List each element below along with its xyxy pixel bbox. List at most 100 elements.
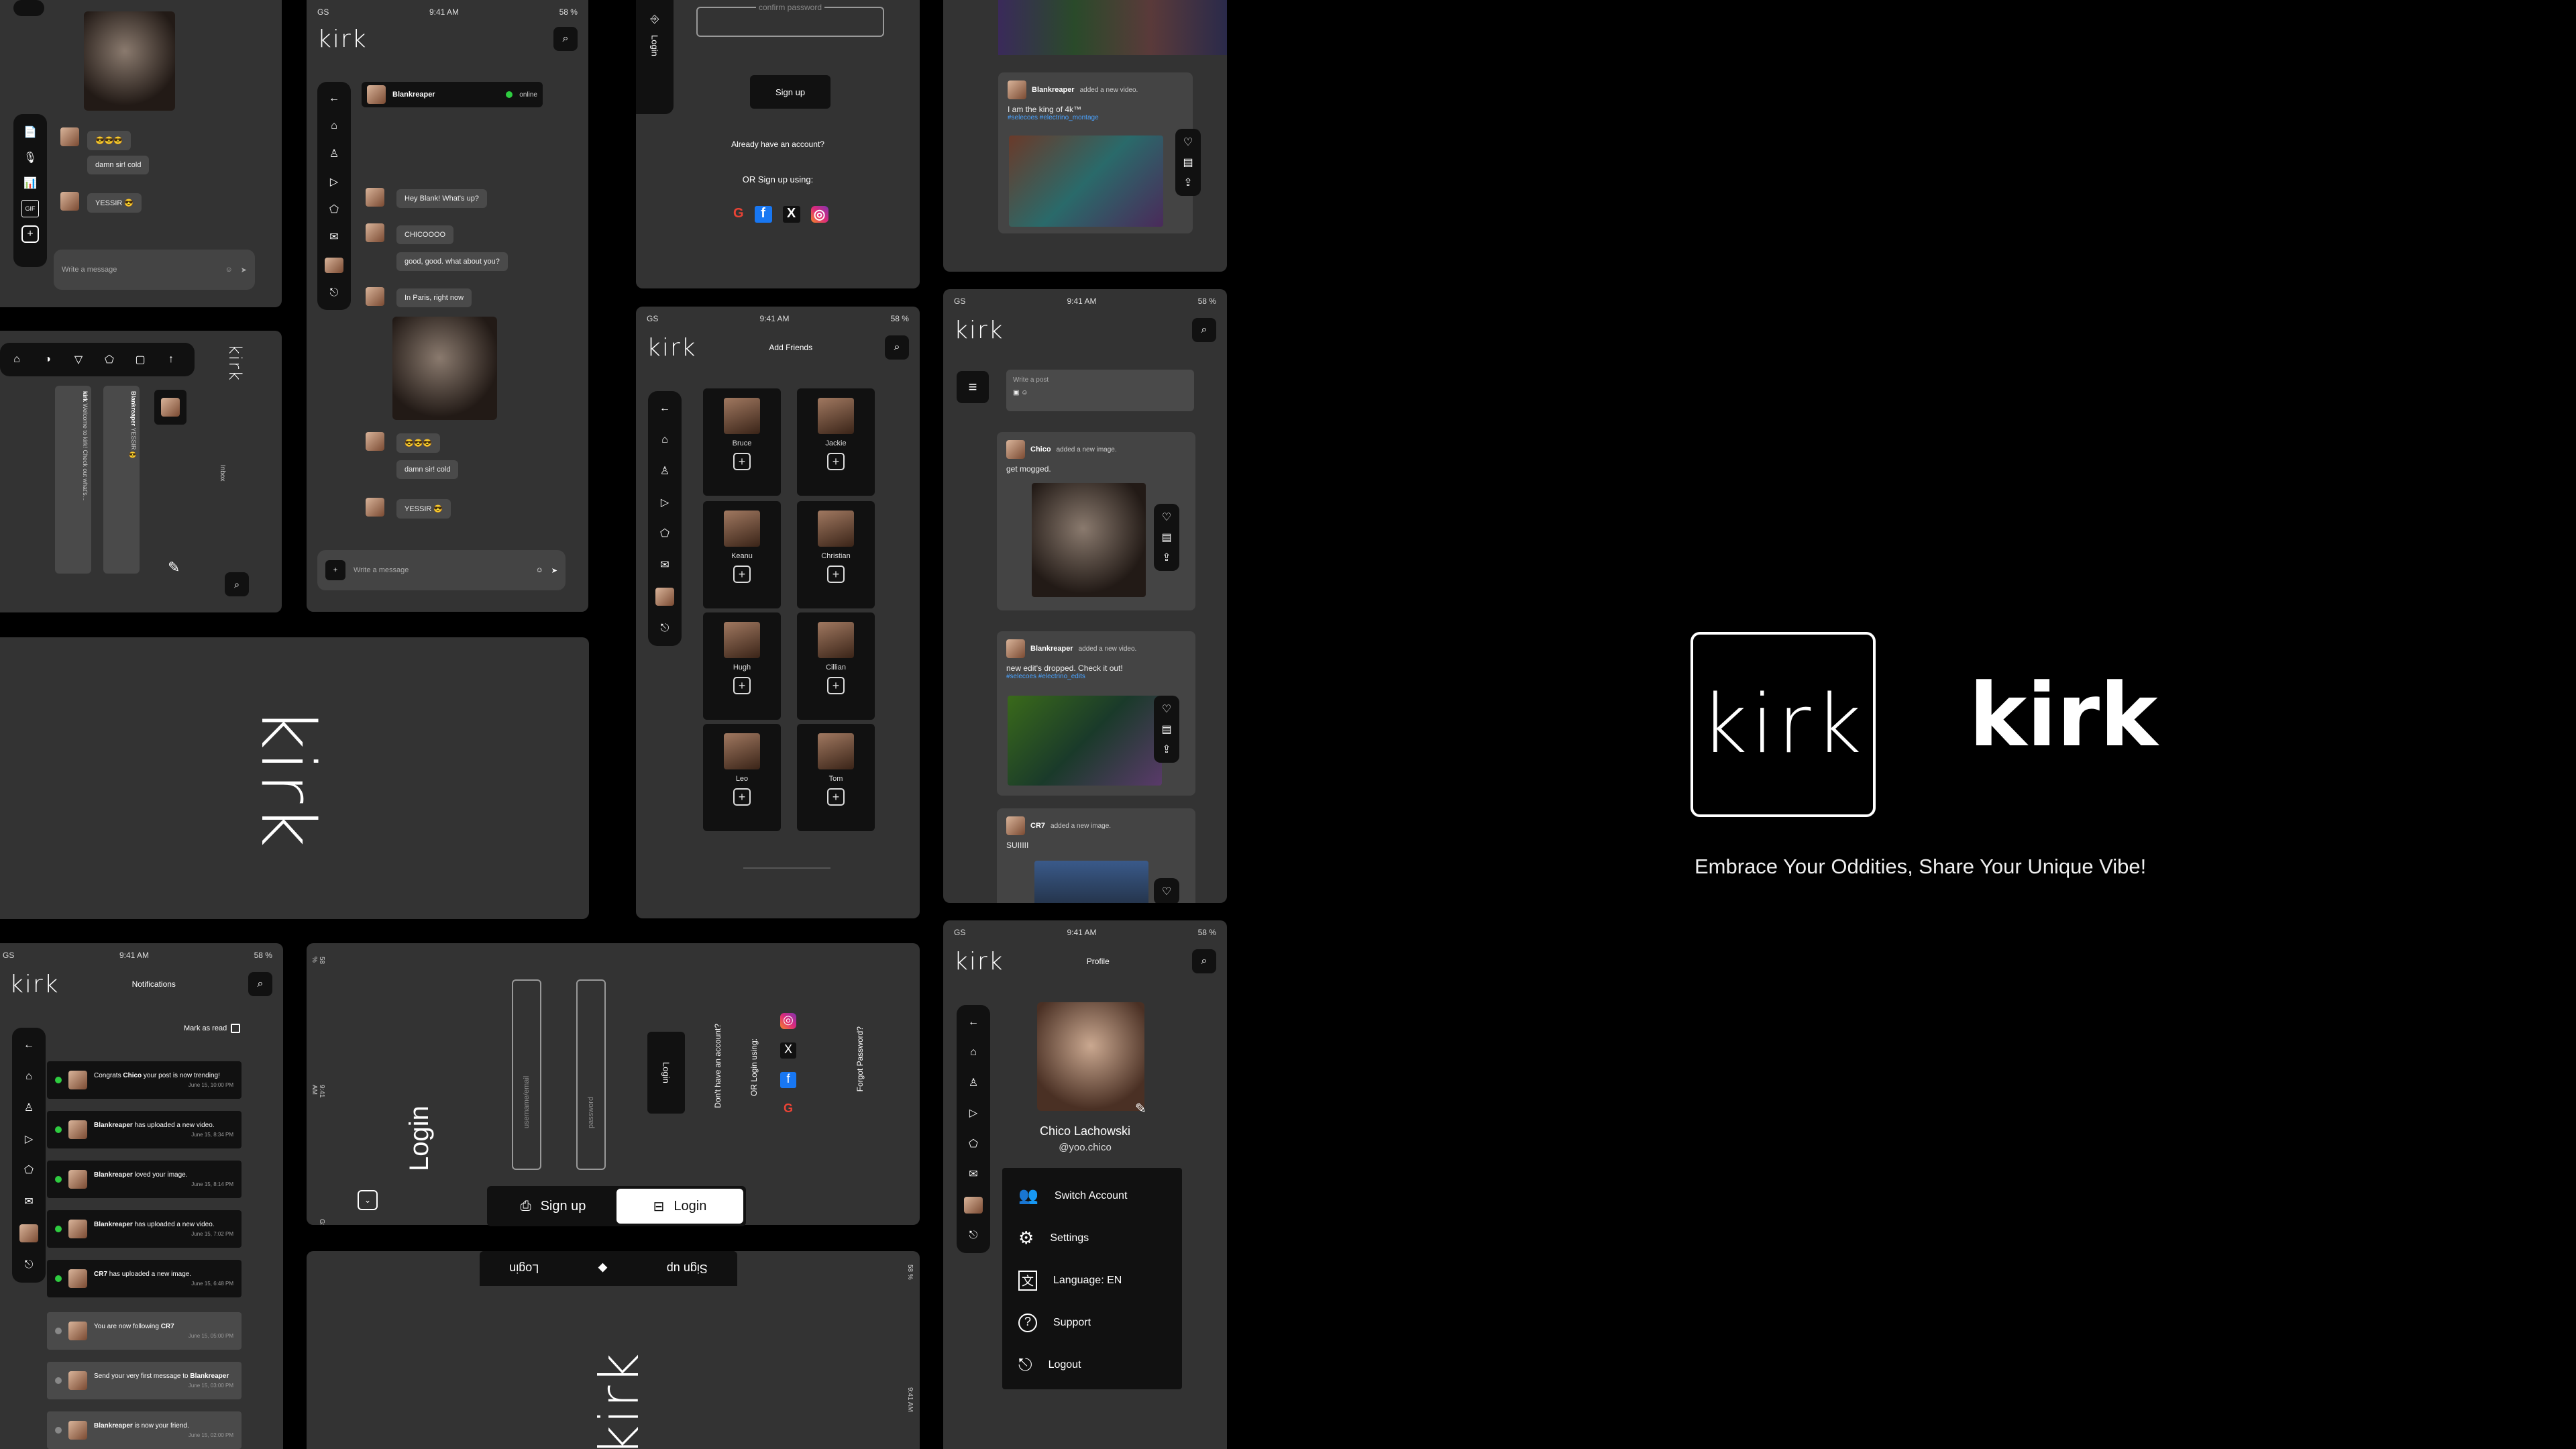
logout-icon[interactable]: ⎋ (965, 1228, 982, 1244)
password-field[interactable]: password (576, 979, 606, 1170)
like-icon[interactable]: ♡ (1183, 136, 1193, 149)
instagram-icon[interactable]: ◎ (810, 206, 828, 223)
login-button[interactable]: Login (647, 1032, 685, 1114)
post-hashtags[interactable]: #selecoes #electrino_montage (998, 114, 1193, 121)
search-icon[interactable]: ⌕ (884, 335, 909, 360)
notification-item[interactable]: Blankreaper is now your friend. June 15, … (47, 1411, 241, 1449)
menu-language[interactable]: 文 Language: EN (1002, 1259, 1182, 1301)
tag-icon[interactable]: ⬠ (656, 525, 674, 542)
friend-card[interactable]: Keanu + (703, 501, 781, 608)
facebook-icon[interactable]: f (780, 1072, 796, 1088)
edit-icon[interactable]: ✎ (1135, 1100, 1146, 1117)
post-author[interactable]: Blankreaper (1030, 645, 1073, 653)
menu-icon[interactable]: ≡ (957, 371, 989, 403)
post-author[interactable]: Blankreaper (1032, 86, 1075, 94)
gif-icon[interactable]: GIF (21, 200, 39, 217)
post-video-thumb[interactable] (1009, 136, 1163, 227)
home-icon[interactable]: ⌂ (325, 119, 343, 133)
home-icon[interactable]: ⌂ (965, 1044, 982, 1060)
play-icon[interactable]: ▷ (325, 174, 343, 189)
rotated-toggle-signup[interactable]: Sign up (667, 1262, 708, 1276)
share-icon[interactable]: ⇪ (1183, 176, 1192, 189)
tag-icon[interactable]: ⬠ (325, 202, 343, 216)
comment-icon[interactable]: ▤ (1183, 156, 1193, 169)
menu-settings[interactable]: ⚙ Settings (1002, 1217, 1182, 1259)
tag-icon[interactable]: ⬠ (101, 351, 118, 368)
add-friend-icon[interactable]: + (827, 453, 845, 470)
rotated-toggle-login[interactable]: Login (509, 1262, 539, 1276)
notification-item[interactable]: Blankreaper loved your image. June 15, 8:… (47, 1161, 241, 1198)
add-icon[interactable]: + (21, 225, 39, 243)
message-input[interactable]: + Write a message ☺ ➤ (317, 550, 566, 590)
mail-icon[interactable]: ✉ (656, 557, 674, 574)
back-arrow-icon[interactable]: ← (20, 1037, 38, 1054)
add-friend-icon[interactable]: + (827, 566, 845, 583)
send-icon[interactable]: ➤ (241, 266, 247, 274)
forgot-password-link[interactable]: Forgot Password? (855, 1026, 865, 1091)
post-author[interactable]: Chico (1030, 445, 1051, 453)
play-icon[interactable]: ▷ (965, 1106, 982, 1121)
x-icon[interactable]: X (780, 1042, 796, 1059)
post-video-thumb[interactable] (1008, 696, 1162, 786)
signup-button[interactable]: Sign up (750, 75, 830, 109)
friend-card[interactable]: Tom + (797, 724, 875, 831)
back-arrow-icon[interactable]: ← (325, 91, 343, 105)
profile-icon[interactable]: ♙ (20, 1099, 38, 1116)
side-login-tab[interactable]: ⎆ Login (636, 0, 674, 114)
toggle-signup[interactable]: ⎙ Sign up (490, 1199, 616, 1214)
mail-icon[interactable]: ✉ (965, 1166, 982, 1181)
friend-card[interactable]: Jackie + (797, 388, 875, 496)
notification-item[interactable]: You are now following CR7 June 15, 05:00… (47, 1312, 241, 1350)
post-author[interactable]: CR7 (1030, 822, 1045, 830)
menu-switch-account[interactable]: 👥 Switch Account (1002, 1175, 1182, 1217)
mail-icon[interactable]: ▢ (131, 351, 149, 368)
back-arrow-icon[interactable]: ← (656, 400, 674, 417)
comment-icon[interactable]: ▤ (1161, 722, 1171, 736)
chart-icon[interactable]: 📊 (21, 174, 39, 192)
have-account-link[interactable]: Already have an account? (636, 140, 920, 149)
compose-icon[interactable]: ✎ (168, 559, 180, 576)
back-icon[interactable]: ↑ (162, 351, 180, 368)
search-icon[interactable]: ⌕ (225, 572, 249, 596)
profile-icon[interactable]: ♙ (325, 147, 343, 161)
tag-icon[interactable]: ⬠ (20, 1162, 38, 1179)
friend-card[interactable]: Leo + (703, 724, 781, 831)
username-field[interactable]: username/email (512, 979, 541, 1170)
chat-entry-blankreaper[interactable]: Blankreaper YESSIR 😎 (103, 386, 140, 574)
like-icon[interactable]: ♡ (1162, 511, 1171, 524)
user-avatar[interactable] (964, 1196, 983, 1214)
add-friend-icon[interactable]: + (827, 788, 845, 806)
mail-icon[interactable]: ✉ (20, 1193, 38, 1210)
mark-as-read[interactable]: Mark as read (184, 1024, 241, 1033)
post-hashtags[interactable]: #selecoes #electrino_edits (997, 673, 1195, 680)
user-avatar[interactable] (655, 588, 674, 606)
notification-item[interactable]: Congrats Chico your post is now trending… (47, 1061, 241, 1099)
user-avatar[interactable] (19, 1224, 38, 1242)
profile-icon[interactable]: ◑ (39, 351, 56, 368)
menu-support[interactable]: ? Support (1002, 1301, 1182, 1344)
chat-entry-kirk[interactable]: kirk Welcome to kirk! Check out what's..… (55, 386, 91, 574)
add-attachment-icon[interactable]: + (325, 560, 345, 580)
logout-icon[interactable]: ⎋ (325, 286, 343, 301)
friend-card[interactable]: Bruce + (703, 388, 781, 496)
chat-contact-header[interactable]: Blankreaper online (362, 82, 543, 107)
play-icon[interactable]: ▷ (20, 1131, 38, 1148)
post-image[interactable] (1034, 861, 1148, 903)
back-arrow-icon[interactable]: ← (965, 1014, 982, 1030)
notification-item[interactable]: Send your very first message to Blankrea… (47, 1362, 241, 1399)
composer-media-icons[interactable]: ▣ ☺ (1013, 389, 1187, 396)
notification-item[interactable]: CR7 has uploaded a new image. June 15, 6:… (47, 1260, 241, 1297)
post-image[interactable] (1032, 483, 1146, 597)
send-icon[interactable]: ➤ (551, 566, 557, 575)
mail-icon[interactable]: ✉ (325, 229, 343, 244)
confirm-password-field[interactable]: confirm password (696, 3, 884, 37)
mic-icon[interactable]: 🎙 (21, 149, 39, 166)
x-icon[interactable]: X (782, 206, 800, 223)
logout-icon[interactable]: ⎋ (656, 621, 674, 637)
facebook-icon[interactable]: f (754, 206, 772, 223)
message-input[interactable]: Write a message ☺ ➤ (54, 250, 255, 290)
friend-card[interactable]: Cillian + (797, 612, 875, 720)
profile-icon[interactable]: ♙ (965, 1075, 982, 1091)
like-icon[interactable]: ♡ (1162, 885, 1171, 898)
google-icon[interactable]: G (780, 1102, 796, 1116)
